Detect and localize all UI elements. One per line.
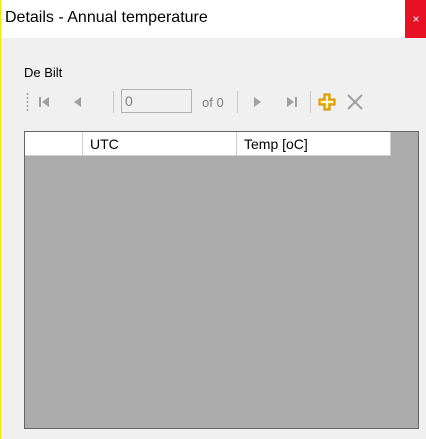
- move-first-button[interactable]: [33, 90, 55, 114]
- move-first-icon: [39, 97, 49, 107]
- data-grid[interactable]: UTC Temp [oC]: [24, 131, 419, 429]
- delete-button[interactable]: [344, 90, 366, 114]
- close-button[interactable]: ×: [405, 0, 426, 38]
- column-header-utc[interactable]: UTC: [83, 132, 237, 156]
- station-label: De Bilt: [24, 65, 63, 80]
- grid-header: UTC Temp [oC]: [25, 132, 391, 156]
- toolbar-separator: [237, 91, 238, 113]
- move-next-icon: [254, 97, 261, 107]
- add-icon: [318, 93, 336, 111]
- add-new-button[interactable]: [316, 90, 338, 114]
- move-next-button[interactable]: [246, 90, 268, 114]
- move-previous-button[interactable]: [67, 90, 89, 114]
- delete-icon: [347, 94, 363, 110]
- move-last-icon: [287, 97, 297, 107]
- column-header-temp[interactable]: Temp [oC]: [237, 132, 391, 156]
- binding-navigator: of 0: [24, 86, 419, 122]
- toolbar-grip[interactable]: [26, 92, 29, 112]
- close-icon: ×: [412, 12, 420, 26]
- move-previous-icon: [74, 97, 81, 107]
- row-header-cell[interactable]: [25, 132, 83, 156]
- title-bar[interactable]: Details - Annual temperature ×: [1, 0, 426, 38]
- toolbar-separator: [113, 91, 114, 113]
- toolbar-separator: [310, 91, 311, 113]
- position-input[interactable]: [121, 89, 192, 113]
- window-title: Details - Annual temperature: [5, 9, 208, 26]
- move-last-button[interactable]: [281, 90, 303, 114]
- dialog-body: De Bilt of 0: [1, 38, 426, 439]
- details-window: Details - Annual temperature × De Bilt o…: [0, 0, 426, 439]
- count-label: of 0: [202, 95, 224, 110]
